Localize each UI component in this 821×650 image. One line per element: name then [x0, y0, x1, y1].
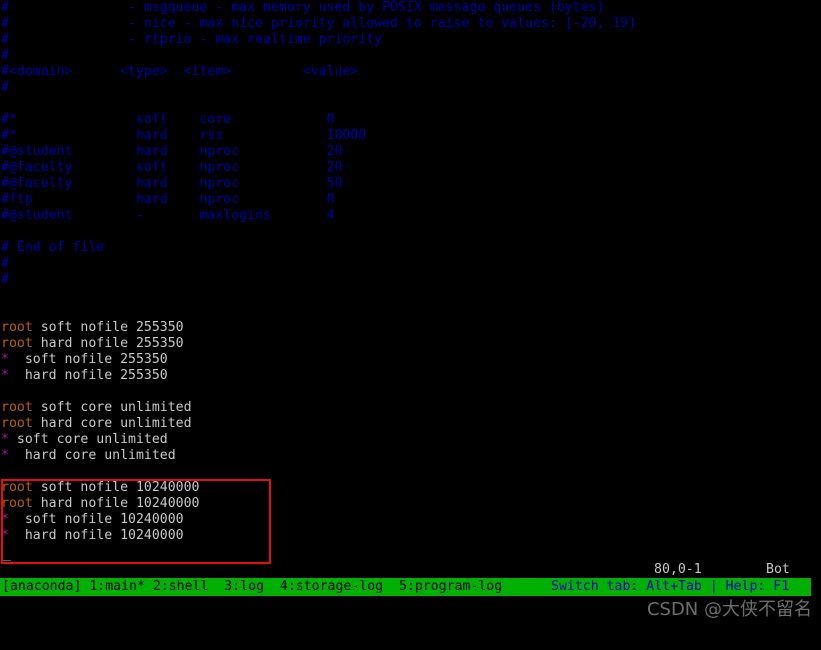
- editor-line: root soft core unlimited: [0, 400, 821, 416]
- editor-line: #: [0, 80, 821, 96]
- editor-line-segment: hard core unlimited: [8, 448, 176, 463]
- editor-line-segment: hard core unlimited: [32, 416, 192, 431]
- editor-line: #<domain> <type> <item> <value>: [0, 64, 821, 80]
- editor-line-segment: # - nice - max nice priority allowed to …: [1, 16, 637, 31]
- editor-line: # - rtprio - max realtime priority: [0, 32, 821, 48]
- editor-line-segment: soft nofile 255350: [32, 320, 184, 335]
- editor-line: #: [0, 48, 821, 64]
- editor-line: # - nice - max nice priority allowed to …: [0, 16, 821, 32]
- editor-line-segment: [1, 304, 9, 319]
- editor-line: # End of file: [0, 240, 821, 256]
- editor-line: # - msgqueue - max memory used by POSIX …: [0, 0, 821, 16]
- editor-line-segment: #: [1, 48, 9, 63]
- terminal-screen: # - msgqueue - max memory used by POSIX …: [0, 0, 821, 628]
- editor-line: [0, 304, 821, 320]
- editor-line-segment: #: [1, 256, 9, 271]
- editor-line: #ftp hard nproc 0: [0, 192, 821, 208]
- editor-line-segment: #@faculty soft nproc 20: [1, 160, 343, 175]
- editor-line-segment: hard nofile 10240000: [32, 496, 200, 511]
- editor-line: #@student - maxlogins 4: [0, 208, 821, 224]
- editor-line: #: [0, 272, 821, 288]
- editor-line: [0, 288, 821, 304]
- editor-line: * soft nofile 255350: [0, 352, 821, 368]
- editor-line: * hard nofile 10240000: [0, 528, 821, 544]
- editor-line-segment: [1, 288, 9, 303]
- editor-line-segment: #* soft core 0: [1, 112, 335, 127]
- editor-line: * soft nofile 10240000: [0, 512, 821, 528]
- editor-line-segment: #ftp hard nproc 0: [1, 192, 335, 207]
- editor-line-segment: [1, 96, 9, 111]
- editor-line: * hard nofile 255350: [0, 368, 821, 384]
- editor-line: [0, 96, 821, 112]
- editor-line-segment: soft core unlimited: [32, 400, 192, 415]
- tmux-status-bar[interactable]: [anaconda] 1:main* 2:shell 3:log 4:stora…: [0, 578, 811, 596]
- editor-line-segment: hard nofile 10240000: [8, 528, 184, 543]
- editor-line-segment: #@faculty hard nproc 50: [1, 176, 343, 191]
- editor-line-segment: soft nofile 10240000: [32, 480, 200, 495]
- editor-line-segment: root: [1, 480, 33, 495]
- editor-line: [0, 384, 821, 400]
- editor-line-segment: # - msgqueue - max memory used by POSIX …: [1, 0, 605, 15]
- statusbar-tab-list[interactable]: [anaconda] 1:main* 2:shell 3:log 4:stora…: [2, 578, 502, 596]
- editor-text-area[interactable]: # - msgqueue - max memory used by POSIX …: [0, 0, 821, 572]
- editor-line-segment: # End of file: [1, 240, 105, 255]
- editor-line-segment: root: [1, 320, 33, 335]
- editor-line-segment: *: [1, 512, 9, 527]
- editor-line: root hard core unlimited: [0, 416, 821, 432]
- editor-line: [0, 464, 821, 480]
- editor-line: #@student hard nproc 20: [0, 144, 821, 160]
- editor-line-segment: [1, 464, 9, 479]
- cursor-position-indicator: 80,0-1: [654, 562, 702, 577]
- editor-line: #* hard rss 10000: [0, 128, 821, 144]
- editor-line-segment: root: [1, 496, 33, 511]
- editor-line-segment: *: [1, 432, 9, 447]
- editor-line-segment: *: [1, 448, 9, 463]
- editor-line-segment: #<domain> <type> <item> <value>: [1, 64, 359, 79]
- editor-line: * hard core unlimited: [0, 448, 821, 464]
- editor-line-segment: #@student hard nproc 20: [1, 144, 343, 159]
- editor-line-segment: *: [1, 368, 9, 383]
- editor-line-segment: hard nofile 255350: [32, 336, 184, 351]
- editor-line-segment: root: [1, 416, 33, 431]
- editor-line-segment: *: [1, 352, 9, 367]
- editor-line: root hard nofile 255350: [0, 336, 821, 352]
- editor-line-segment: root: [1, 336, 33, 351]
- editor-line-segment: #: [1, 272, 9, 287]
- csdn-watermark: CSDN @大侠不留名: [646, 599, 812, 620]
- editor-line-segment: [1, 384, 9, 399]
- vi-ruler-line: 80,0-1 Bot: [0, 562, 821, 578]
- editor-line-segment: soft nofile 10240000: [8, 512, 184, 527]
- editor-line-segment: #: [1, 80, 9, 95]
- editor-line: root soft nofile 10240000: [0, 480, 821, 496]
- editor-line-segment: [1, 224, 9, 239]
- editor-line: root soft nofile 255350: [0, 320, 821, 336]
- editor-line-segment: # - rtprio - max realtime priority: [1, 32, 383, 47]
- editor-line-segment: *: [1, 528, 9, 543]
- editor-line-segment: hard nofile 255350: [8, 368, 168, 383]
- editor-line: #: [0, 256, 821, 272]
- editor-line: [0, 224, 821, 240]
- editor-line-segment: root: [1, 400, 33, 415]
- editor-line: * soft core unlimited: [0, 432, 821, 448]
- editor-line-segment: soft core unlimited: [8, 432, 168, 447]
- editor-line: #@faculty soft nproc 20: [0, 160, 821, 176]
- editor-line: #* soft core 0: [0, 112, 821, 128]
- editor-line-segment: #* hard rss 10000: [1, 128, 367, 143]
- editor-line-segment: #@student - maxlogins 4: [1, 208, 335, 223]
- statusbar-help-hint: Switch tab: Alt+Tab | Help: F1: [551, 579, 790, 594]
- text-cursor: _: [3, 547, 11, 562]
- editor-line-segment: soft nofile 255350: [8, 352, 168, 367]
- editor-line: root hard nofile 10240000: [0, 496, 821, 512]
- scroll-position-indicator: Bot: [766, 562, 790, 577]
- editor-line: #@faculty hard nproc 50: [0, 176, 821, 192]
